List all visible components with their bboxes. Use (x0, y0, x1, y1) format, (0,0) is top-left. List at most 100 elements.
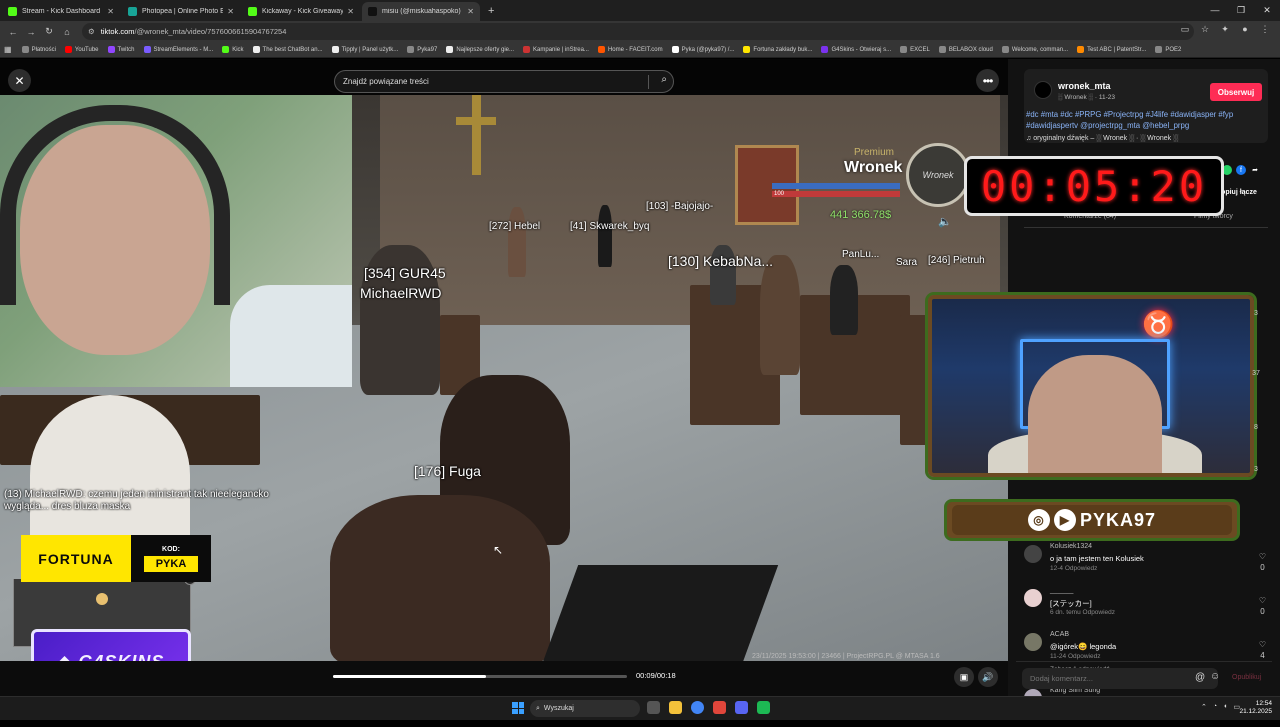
like-icon[interactable]: ♡ 0 (1259, 595, 1266, 617)
bookmarks-bar: ▦ Płatności YouTube Twitch StreamElements -… (0, 42, 1280, 58)
bookmark-item[interactable]: Test ABC | PatentStr... (1077, 46, 1146, 53)
comment-author[interactable]: ______ (1050, 587, 1073, 594)
apps-grid-icon[interactable]: ▦ (4, 45, 12, 54)
bookmark-item[interactable]: StreamElements - M... (143, 46, 213, 53)
chevron-up-icon[interactable]: ⌃ (1201, 703, 1207, 711)
browser-tab[interactable]: misiu (@miskuahaspoko) | T ✕ (362, 2, 480, 21)
facebook-icon[interactable]: f (1236, 165, 1246, 175)
tiktok-video-page: [272] Hebel [41] Skwarek_byq [103] -Bajoja… (0, 59, 1280, 707)
browser-tab[interactable]: Photopea | Online Photo Editor✕ (122, 2, 240, 21)
bookmark-favicon-icon (938, 46, 946, 53)
tab-favicon-icon (8, 7, 17, 16)
follow-button[interactable]: Obserwuj (1210, 83, 1262, 101)
file-explorer-icon[interactable] (669, 701, 682, 714)
hud-health-bar: 100 (772, 191, 900, 197)
promo-code-label: KOD: (162, 545, 180, 553)
bookmark-item[interactable]: G4Skins - Otwieraj s... (821, 46, 891, 53)
like-count: 3 (1254, 310, 1258, 317)
comment-meta[interactable]: 6 dn. temu Odpowiedz (1050, 609, 1115, 616)
avatar[interactable] (1034, 81, 1052, 99)
bookmark-label: Tipply | Panel użytk... (341, 46, 399, 53)
comment-author[interactable]: ACAB (1050, 631, 1069, 638)
author-username[interactable]: wronek_mta (1058, 81, 1111, 91)
comment-text: @igórek😄 legonda (1050, 642, 1117, 651)
share-arrow-icon[interactable]: ➦ (1250, 165, 1260, 175)
volume-icon[interactable]: 🔊 (978, 667, 998, 687)
forward-icon[interactable]: → (22, 27, 40, 37)
bookmark-item[interactable]: Najlepsze oferty gie... (446, 46, 514, 53)
bookmark-favicon-icon (671, 46, 679, 53)
bookmark-item[interactable]: Welcome, comman... (1001, 46, 1068, 53)
browser-tab[interactable]: Stream - Kick Dashboard ✕ (2, 2, 120, 21)
chrome-icon[interactable] (691, 701, 704, 714)
sound-icon[interactable]: ◖ (1223, 703, 1227, 711)
comment-meta[interactable]: 11-24 Odpowiedz (1050, 653, 1100, 660)
discord-icon[interactable] (735, 701, 748, 714)
bookmark-item[interactable]: Fortuna zakłady buk... (743, 46, 812, 53)
extensions-icon[interactable]: ✦ (1218, 24, 1232, 35)
app-red-icon[interactable] (713, 701, 726, 714)
minimize-icon[interactable]: — (1202, 0, 1228, 20)
tab-close-icon[interactable]: ✕ (227, 7, 234, 16)
sound-link[interactable]: ♫ oryginalny dźwięk – ░ Wronek ░ · ░ Wro… (1026, 135, 1178, 142)
bookmark-item[interactable]: Twitch (107, 46, 135, 53)
bookmark-item[interactable]: YouTube (64, 46, 99, 53)
avatar[interactable] (1024, 545, 1042, 563)
maximize-icon[interactable]: ❐ (1228, 0, 1254, 20)
url-field[interactable]: ⚙ tiktok.com /@wronek_mta/video/75760066… (82, 23, 1194, 40)
related-search-input[interactable]: Znajdź powiązane treści ⌕ (334, 70, 674, 93)
bookmark-item[interactable]: POE2 (1155, 46, 1181, 53)
close-window-icon[interactable]: ✕ (1254, 0, 1280, 20)
close-icon[interactable]: ✕ (8, 69, 31, 92)
bookmark-item[interactable]: The best ChatBot an... (252, 46, 323, 53)
bookmark-favicon-icon (252, 46, 260, 53)
bookmark-item[interactable]: BELABOX cloud (938, 46, 993, 53)
reload-icon[interactable]: ↻ (40, 26, 58, 37)
avatar[interactable] (1024, 633, 1042, 651)
progress-bar[interactable] (333, 675, 627, 678)
bookmark-item[interactable]: Tipply | Panel użytk... (331, 46, 399, 53)
player-nametag: [176] Fuga (414, 463, 481, 479)
bookmark-item[interactable]: Kampanie | inStrea... (523, 46, 589, 53)
new-tab-button[interactable]: + (488, 2, 494, 21)
taskbar-clock[interactable]: 12:54 21.12.2025 (1239, 700, 1272, 716)
mention-icon[interactable]: @ (1195, 672, 1205, 683)
player-nametag: [103] -Bajojajo- (646, 201, 714, 212)
start-icon[interactable] (512, 702, 524, 714)
bookmark-item[interactable]: Kick (222, 46, 244, 53)
tab-close-icon[interactable]: ✕ (347, 7, 354, 16)
video-player[interactable]: [272] Hebel [41] Skwarek_byq [103] -Bajoja… (0, 59, 1008, 696)
back-icon[interactable]: ← (4, 27, 22, 37)
bookmark-item[interactable]: EXCEL (900, 46, 930, 53)
comment-author[interactable]: Kolusiek1324 (1050, 543, 1092, 550)
bookmark-item[interactable]: Home - FACEIT.com (597, 46, 663, 53)
like-icon[interactable]: ♡ 4 (1259, 639, 1266, 661)
tab-close-icon[interactable]: ✕ (107, 7, 114, 16)
heart-icon: ♡ (1258, 640, 1266, 649)
bookmark-item[interactable]: Pyka97 (407, 46, 437, 53)
hashtags[interactable]: #dc #mta #dc #PRPG #Projectrpg #J4life #… (1026, 109, 1266, 131)
browser-tab[interactable]: Kickaway - Kick Giveaway Tool✕ (242, 2, 360, 21)
pip-icon[interactable]: ▣ (954, 667, 974, 687)
bookmark-item[interactable]: Pyka (@pyka97) /... (671, 46, 734, 53)
search-icon[interactable]: ⌕ (661, 74, 667, 85)
comment-input[interactable] (1022, 668, 1218, 689)
comment-meta[interactable]: 12-4 Odpowiedz (1050, 565, 1097, 572)
avatar[interactable] (1024, 589, 1042, 607)
taskbar-search[interactable]: ⌕ Wyszukaj (530, 700, 640, 717)
like-icon[interactable]: ♡ 0 (1259, 551, 1266, 573)
home-icon[interactable]: ⌂ (58, 27, 76, 37)
more-options-icon[interactable]: ••• (976, 69, 999, 92)
emoji-icon[interactable]: ☺ (1210, 671, 1220, 682)
bookmark-item[interactable]: Płatności (21, 46, 56, 53)
spotify-icon[interactable] (757, 701, 770, 714)
task-view-icon[interactable] (647, 701, 660, 714)
bookmark-star-icon[interactable]: ☆ (1198, 24, 1212, 35)
menu-icon[interactable]: ⋮ (1258, 24, 1272, 35)
profile-icon[interactable]: ● (1238, 24, 1252, 35)
network-icon[interactable]: ◔ (1213, 703, 1217, 711)
post-button[interactable]: Opublikuj (1232, 674, 1261, 681)
site-info-icon[interactable]: ⚙ (88, 27, 95, 36)
cast-icon[interactable]: ▭ (1178, 24, 1192, 35)
tab-close-icon[interactable]: ✕ (467, 7, 474, 16)
